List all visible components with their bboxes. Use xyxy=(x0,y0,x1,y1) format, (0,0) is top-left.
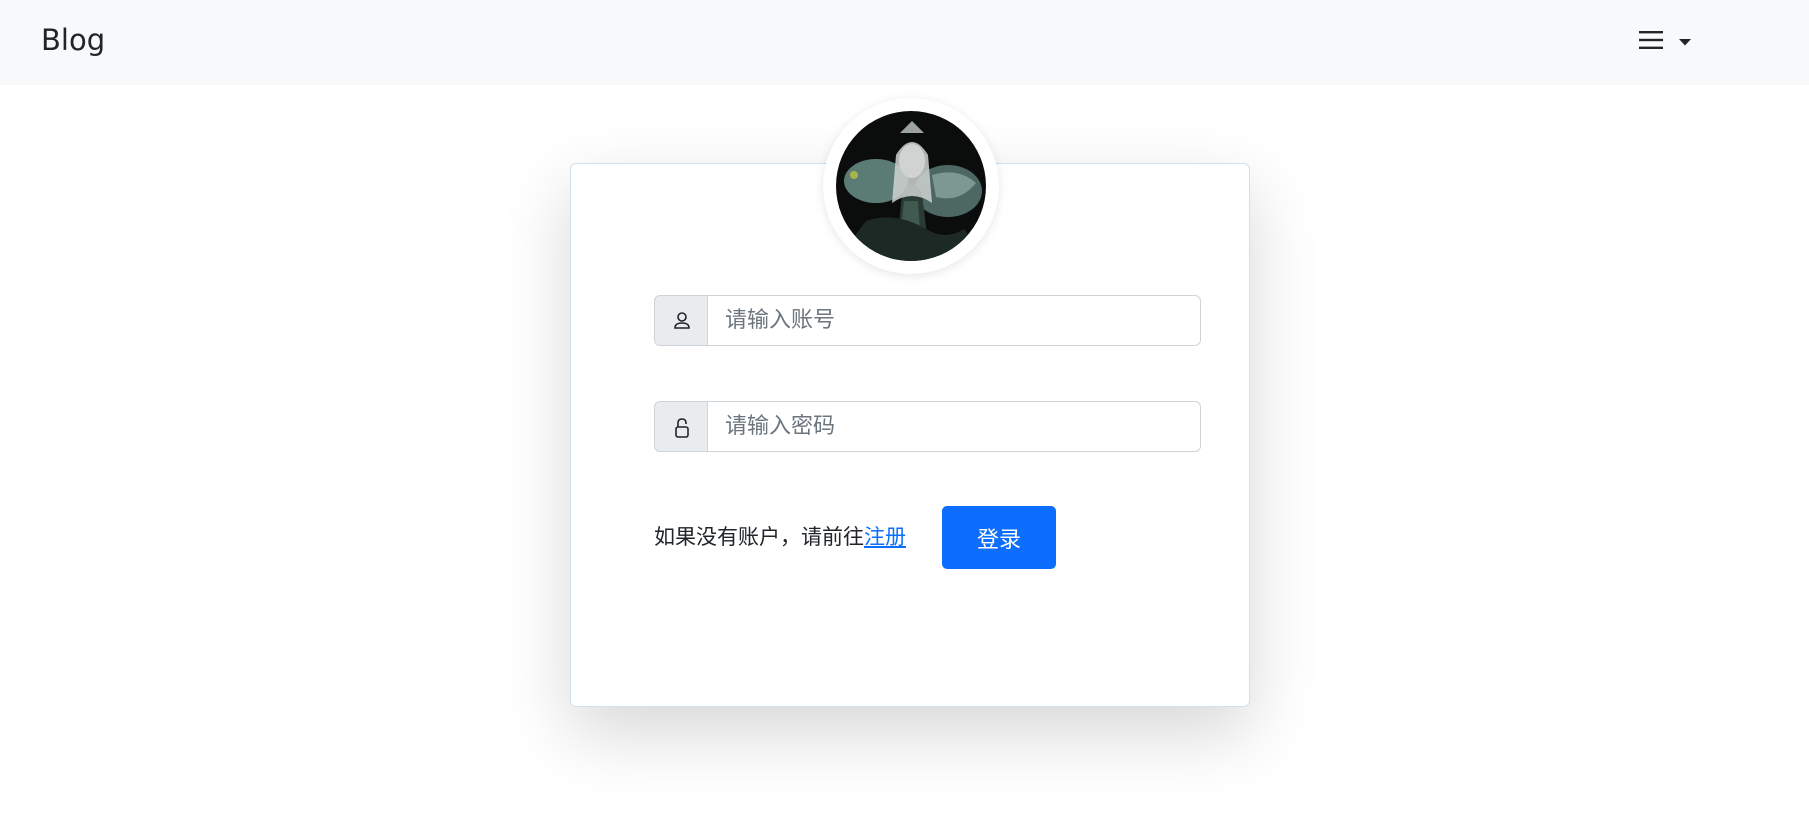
password-addon xyxy=(654,401,708,452)
register-link[interactable]: 注册 xyxy=(864,525,906,549)
lock-icon xyxy=(675,418,689,438)
avatar xyxy=(823,98,999,274)
hamburger-icon xyxy=(1639,31,1663,49)
account-addon xyxy=(654,295,708,346)
register-prompt: 如果没有账户，请前往注册 xyxy=(654,522,906,552)
account-field-group xyxy=(654,295,1201,346)
navbar: Blog xyxy=(0,0,1809,85)
register-prompt-text: 如果没有账户，请前往 xyxy=(654,525,864,549)
account-input[interactable] xyxy=(708,295,1201,346)
login-button[interactable]: 登录 xyxy=(942,506,1056,569)
avatar-image xyxy=(836,111,986,261)
user-icon xyxy=(674,312,690,329)
menu-toggle-button[interactable] xyxy=(1634,24,1694,58)
password-field-group xyxy=(654,401,1201,452)
password-input[interactable] xyxy=(708,401,1201,452)
caret-down-icon xyxy=(1679,39,1691,46)
brand-link[interactable]: Blog xyxy=(41,20,105,60)
